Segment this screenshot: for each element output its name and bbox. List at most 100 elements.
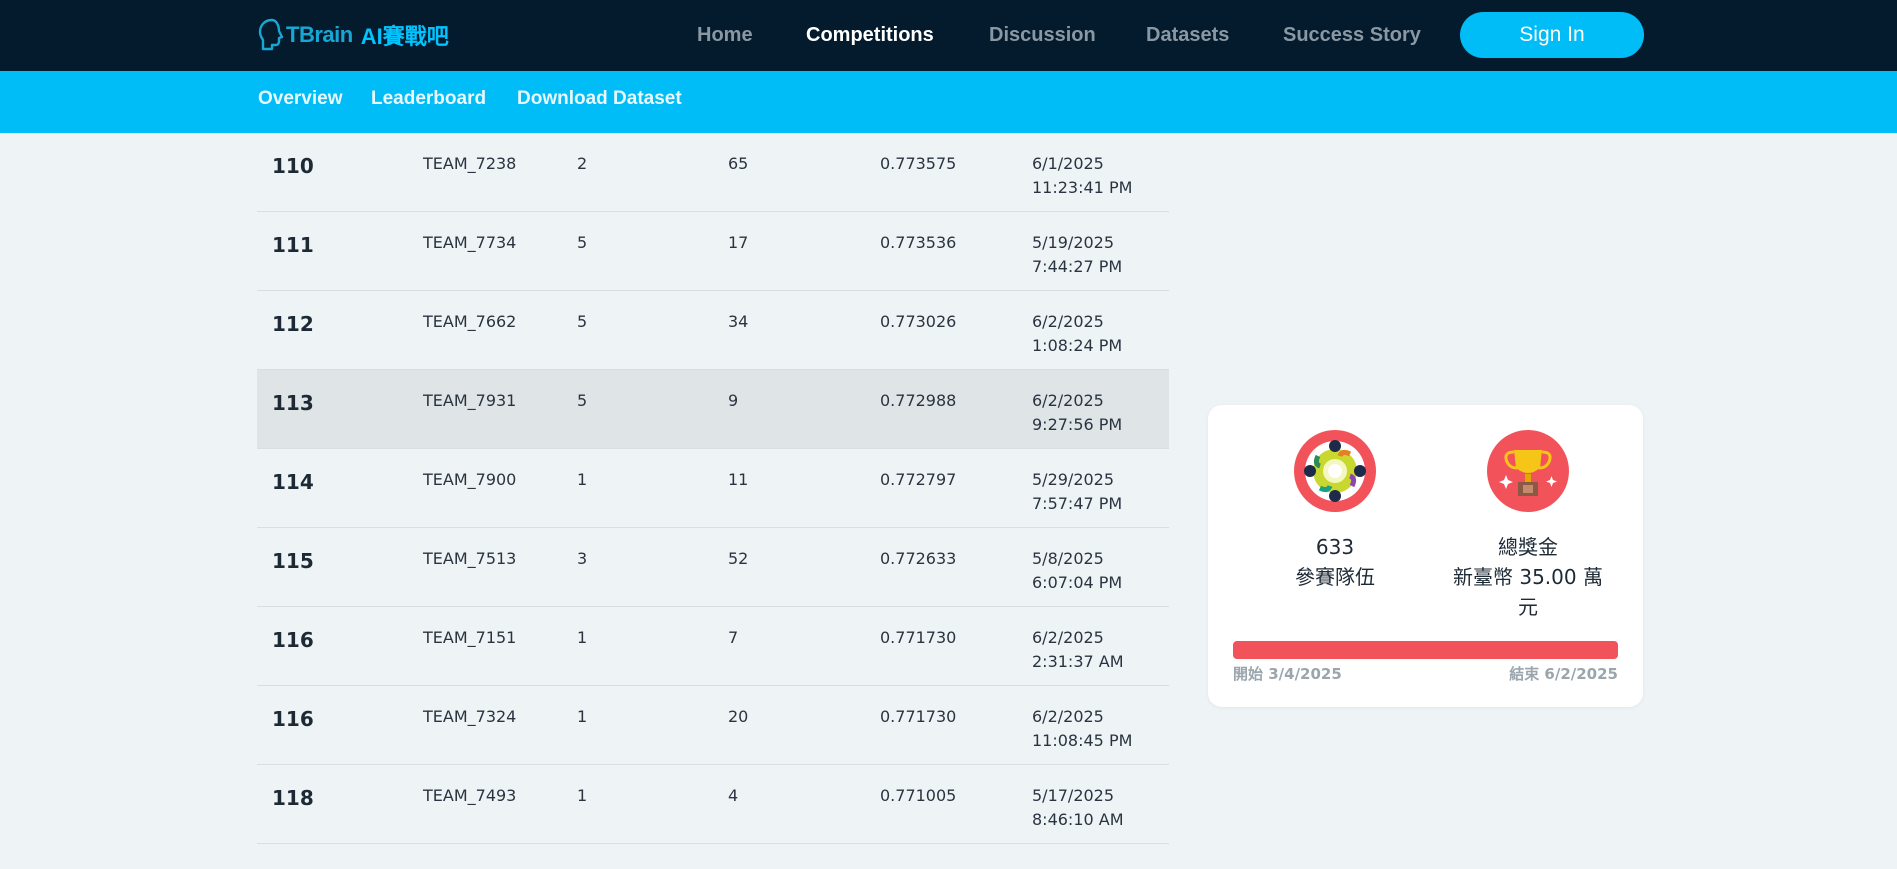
nav-home[interactable]: Home — [697, 24, 753, 47]
score-cell: 0.771005 — [880, 786, 957, 805]
submissions-cell: 11 — [728, 470, 749, 489]
rank-cell: 114 — [272, 470, 314, 494]
team-name-cell: TEAM_7900 — [423, 470, 517, 489]
team-name-cell: TEAM_7493 — [423, 786, 517, 805]
prize-value-line2: 元 — [1518, 595, 1538, 619]
rank-cell: 116 — [272, 707, 314, 731]
team-name-cell: TEAM_7324 — [423, 707, 517, 726]
site-logo[interactable]: TBrain AI賽戰吧 — [258, 17, 449, 53]
timestamp-time: 7:57:47 PM — [1032, 494, 1123, 513]
members-cell: 5 — [577, 391, 588, 410]
timestamp-time: 6:07:04 PM — [1032, 573, 1123, 592]
members-cell: 2 — [577, 154, 588, 173]
competition-subnav: Overview Leaderboard Download Dataset — [0, 71, 1897, 133]
team-name-cell: TEAM_7238 — [423, 154, 517, 173]
timestamp-date: 6/1/2025 — [1032, 154, 1104, 173]
members-cell: 5 — [577, 233, 588, 252]
team-name-cell: TEAM_7151 — [423, 628, 517, 647]
members-cell: 1 — [577, 470, 588, 489]
timestamp-date: 6/2/2025 — [1032, 707, 1104, 726]
timestamp-date: 5/19/2025 — [1032, 233, 1115, 252]
rank-cell: 113 — [272, 391, 314, 415]
timestamp-cell: 6/2/2025 2:31:37 AM — [1032, 626, 1124, 674]
table-row: 116 TEAM_7324 1 20 0.771730 6/2/2025 11:08:45 … — [257, 686, 1169, 765]
sign-in-button[interactable]: Sign In — [1460, 12, 1644, 58]
nav-competitions[interactable]: Competitions — [806, 24, 934, 47]
start-date-label: 開始 3/4/2025 — [1233, 665, 1342, 683]
score-cell: 0.773575 — [880, 154, 957, 173]
score-cell: 0.773026 — [880, 312, 957, 331]
subnav-download-dataset[interactable]: Download Dataset — [517, 88, 682, 110]
nav-discussion[interactable]: Discussion — [989, 24, 1096, 47]
timestamp-time: 2:31:37 AM — [1032, 652, 1124, 671]
submissions-cell: 65 — [728, 154, 749, 173]
score-cell: 0.772797 — [880, 470, 957, 489]
submissions-cell: 7 — [728, 628, 739, 647]
timestamp-cell: 5/17/2025 8:46:10 AM — [1032, 784, 1124, 832]
timestamp-time: 11:23:41 PM — [1032, 178, 1133, 197]
timestamp-time: 7:44:27 PM — [1032, 257, 1123, 276]
members-cell: 3 — [577, 549, 588, 568]
table-row: 110 TEAM_7238 2 65 0.773575 6/1/2025 11:23:41 … — [257, 133, 1169, 212]
table-row: 116 TEAM_7151 1 7 0.771730 6/2/2025 2:31:37 AM — [257, 607, 1169, 686]
table-row: 118 TEAM_7493 1 4 0.771005 5/17/2025 8:46:10 A… — [257, 765, 1169, 844]
prize-stat: 總獎金 新臺幣 35.00 萬 元 — [1453, 430, 1603, 622]
members-cell: 5 — [577, 312, 588, 331]
timestamp-time: 11:08:45 PM — [1032, 731, 1133, 750]
competition-progress-bar — [1233, 641, 1618, 659]
score-cell: 0.771730 — [880, 707, 957, 726]
logo-ai-text: AI賽戰吧 — [360, 24, 449, 49]
leaderboard-table: 109TEAM_74222210.7737886/1/202510:15:57 … — [257, 43, 1169, 844]
nav-success-story[interactable]: Success Story — [1283, 24, 1421, 47]
rank-cell: 111 — [272, 233, 314, 257]
top-navbar: TBrain AI賽戰吧 Home Competitions Discussio… — [0, 0, 1897, 71]
submissions-cell: 34 — [728, 312, 749, 331]
rank-cell: 115 — [272, 549, 314, 573]
timestamp-cell: 6/2/2025 9:27:56 PM — [1032, 389, 1122, 437]
rank-cell: 116 — [272, 628, 314, 652]
timestamp-cell: 6/2/2025 1:08:24 PM — [1032, 310, 1122, 358]
trophy-icon — [1487, 430, 1569, 512]
score-cell: 0.771730 — [880, 628, 957, 647]
score-cell: 0.773536 — [880, 233, 957, 252]
submissions-cell: 9 — [728, 391, 739, 410]
brain-head-icon — [258, 18, 284, 51]
timestamp-time: 8:46:10 AM — [1032, 810, 1124, 829]
competition-info-card: 633 參賽隊伍 總獎金 新臺幣 35.00 萬 元 開始 3/4/2025 結… — [1208, 405, 1643, 707]
subnav-overview[interactable]: Overview — [258, 88, 343, 110]
end-date-label: 結束 6/2/2025 — [1509, 665, 1618, 683]
table-row: 113 TEAM_7931 5 9 0.772988 6/2/2025 9:27:56 PM — [257, 370, 1169, 449]
team-name-cell: TEAM_7931 — [423, 391, 517, 410]
submissions-cell: 20 — [728, 707, 749, 726]
members-cell: 1 — [577, 628, 588, 647]
timestamp-date: 5/29/2025 — [1032, 470, 1115, 489]
timestamp-time: 9:27:56 PM — [1032, 415, 1123, 434]
score-cell: 0.772988 — [880, 391, 957, 410]
submissions-cell: 17 — [728, 233, 749, 252]
timestamp-cell: 6/1/2025 11:23:41 PM — [1032, 152, 1132, 200]
submissions-cell: 4 — [728, 786, 739, 805]
rank-cell: 118 — [272, 786, 314, 810]
timestamp-date: 6/2/2025 — [1032, 391, 1104, 410]
timestamp-date: 6/2/2025 — [1032, 628, 1104, 647]
logo-text: TBrain — [286, 22, 353, 47]
subnav-leaderboard[interactable]: Leaderboard — [371, 88, 486, 110]
team-name-cell: TEAM_7734 — [423, 233, 517, 252]
prize-label: 總獎金 — [1498, 535, 1558, 559]
timestamp-date: 5/17/2025 — [1032, 786, 1115, 805]
members-cell: 1 — [577, 786, 588, 805]
table-row: 112 TEAM_7662 5 34 0.773026 6/2/2025 1:08:24 P… — [257, 291, 1169, 370]
table-row: 114 TEAM_7900 1 11 0.772797 5/29/2025 7:57:47 … — [257, 449, 1169, 528]
timestamp-date: 6/2/2025 — [1032, 312, 1104, 331]
teams-label: 參賽隊伍 — [1295, 565, 1375, 589]
timestamp-date: 5/8/2025 — [1032, 549, 1104, 568]
rank-cell: 110 — [272, 154, 314, 178]
members-cell: 1 — [577, 707, 588, 726]
timestamp-cell: 6/2/2025 11:08:45 PM — [1032, 705, 1132, 753]
timestamp-cell: 5/8/2025 6:07:04 PM — [1032, 547, 1122, 595]
teams-count: 633 — [1315, 535, 1355, 559]
timestamp-time: 1:08:24 PM — [1032, 336, 1123, 355]
team-name-cell: TEAM_7513 — [423, 549, 517, 568]
nav-datasets[interactable]: Datasets — [1146, 24, 1229, 47]
team-name-cell: TEAM_7662 — [423, 312, 517, 331]
